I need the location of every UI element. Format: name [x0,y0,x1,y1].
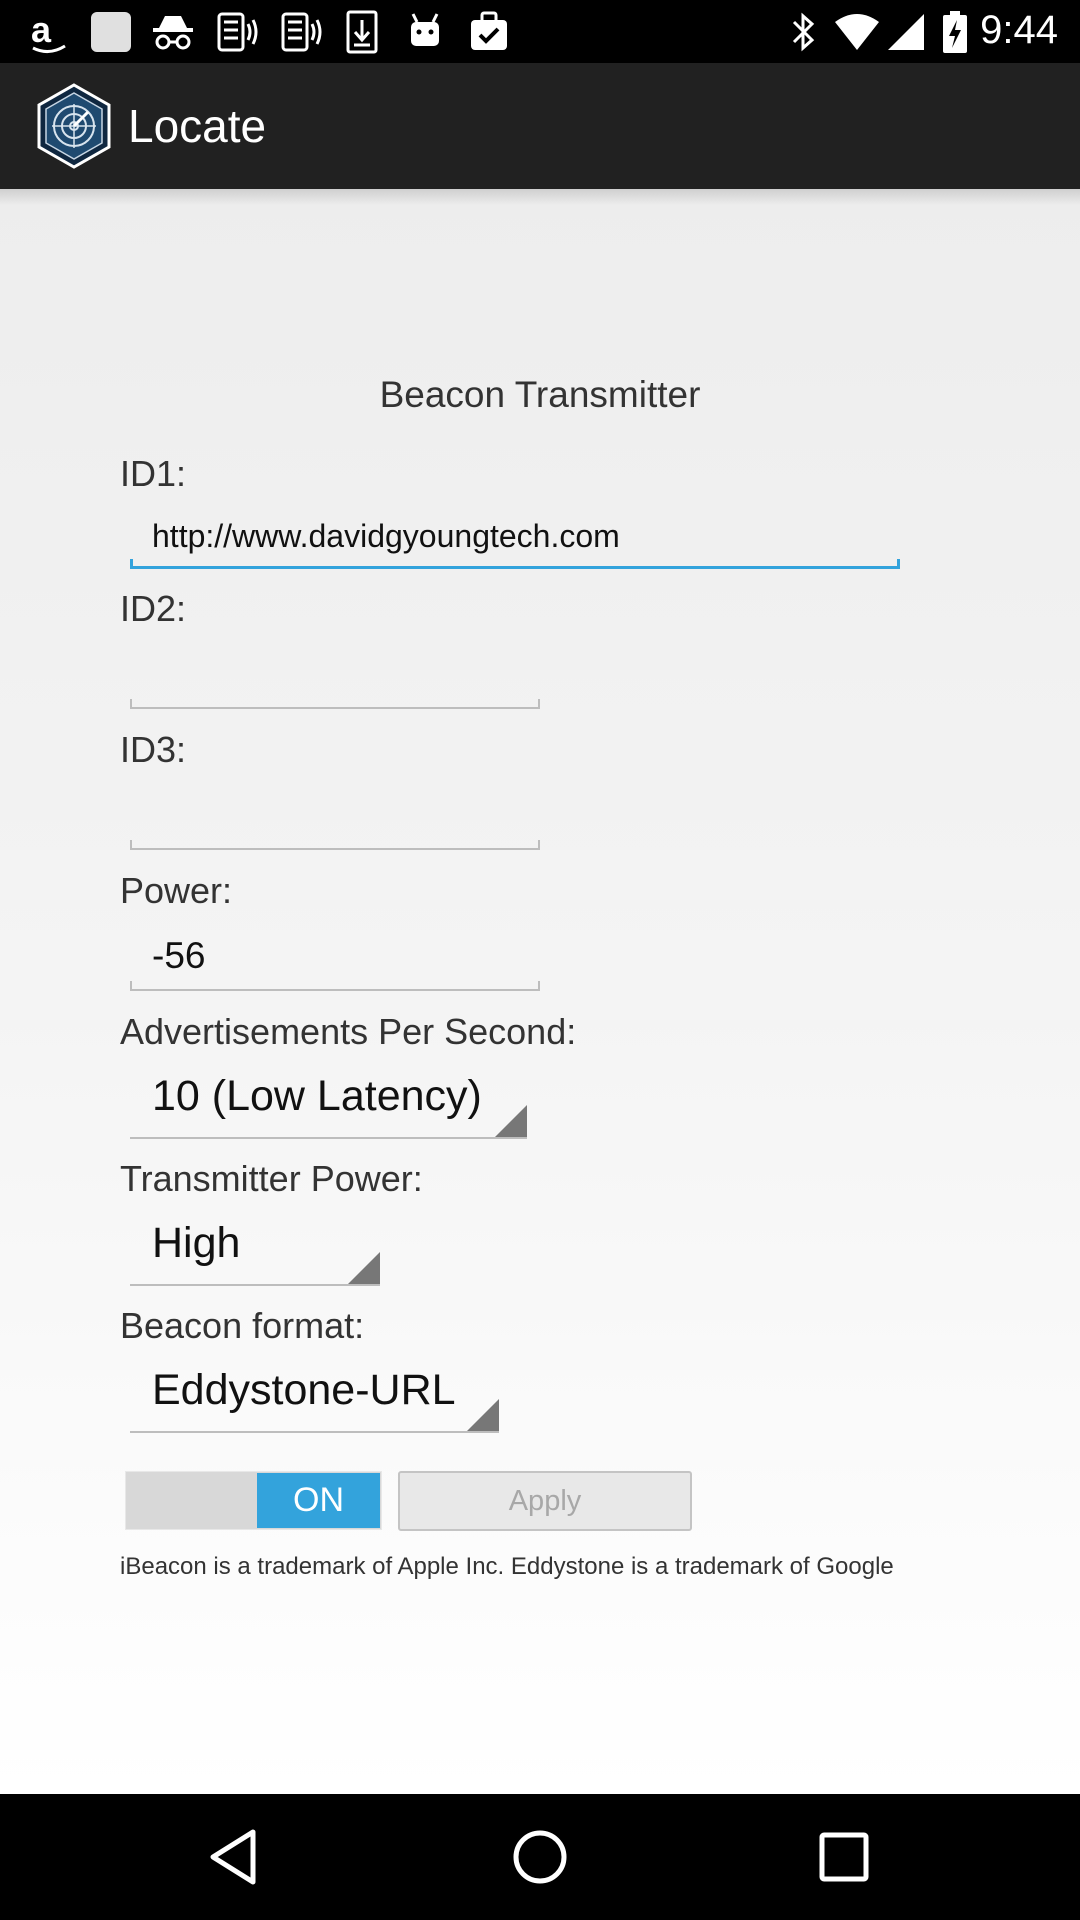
status-time: 9:44 [980,8,1058,52]
power-label: Power: [120,870,233,911]
recents-icon[interactable] [811,1824,877,1890]
incognito-icon [150,10,196,54]
id2-underline [130,699,540,709]
app-title: Locate [128,100,267,152]
back-icon[interactable] [203,1824,269,1890]
ads-per-second-spinner[interactable]: 10 (Low Latency) [130,1072,527,1139]
wifi-icon [832,10,882,54]
android-icon [402,10,448,54]
id3-label: ID3: [120,729,187,770]
beacon-format-underline [130,1431,499,1433]
id1-label: ID1: [120,453,187,494]
navigation-bar [0,1794,1080,1920]
spinner-arrow-icon [467,1399,499,1431]
home-icon[interactable] [507,1824,573,1890]
action-bar-shadow [0,189,1080,205]
apply-button[interactable]: Apply [398,1471,692,1531]
beacon-format-label: Beacon format: [120,1305,365,1346]
transmitter-power-value: High [152,1219,241,1267]
id3-underline [130,840,540,850]
beacon-format-value: Eddystone-URL [152,1366,456,1414]
cell-signal-icon [884,10,928,54]
ads-per-second-value: 10 (Low Latency) [152,1072,482,1120]
amazon-icon: a [26,10,72,54]
svg-text:a: a [31,10,52,50]
status-bar: a 9:44 [0,0,1080,63]
trademark-notice: iBeacon is a trademark of Apple Inc. Edd… [120,1553,894,1580]
power-underline [130,981,540,991]
spinner-arrow-icon [495,1105,527,1137]
blank-app-icon [88,10,134,54]
phone-signal-icon-2 [278,10,324,54]
id2-field[interactable] [130,649,540,709]
transmit-toggle[interactable]: ON [125,1471,382,1530]
id1-value: http://www.davidgyoungtech.com [152,518,620,554]
ads-per-second-underline [130,1137,527,1139]
ads-per-second-label: Advertisements Per Second: [120,1011,577,1052]
id3-field[interactable] [130,790,540,850]
id1-field[interactable]: http://www.davidgyoungtech.com [130,509,900,569]
toggle-on-label: ON [257,1473,380,1528]
bluetooth-icon [788,10,818,54]
id2-label: ID2: [120,588,187,629]
action-bar: Locate [0,63,1080,189]
radar-hexagon-icon[interactable] [36,83,112,169]
spinner-arrow-icon [348,1252,380,1284]
checkbox-briefcase-icon [466,10,512,54]
screen-title: Beacon Transmitter [379,374,701,415]
transmitter-power-spinner[interactable]: High [130,1219,380,1286]
phone-signal-icon [214,10,260,54]
transmitter-power-underline [130,1284,380,1286]
beacon-transmitter-screen: Beacon Transmitter ID1: http://www.david… [0,189,1080,1794]
power-field[interactable]: -56 [130,931,540,991]
transmitter-power-label: Transmitter Power: [120,1158,423,1199]
battery-charging-icon [940,10,970,54]
power-value: -56 [152,935,206,976]
download-icon [342,10,382,54]
beacon-format-spinner[interactable]: Eddystone-URL [130,1366,499,1433]
id1-underline [130,559,900,569]
